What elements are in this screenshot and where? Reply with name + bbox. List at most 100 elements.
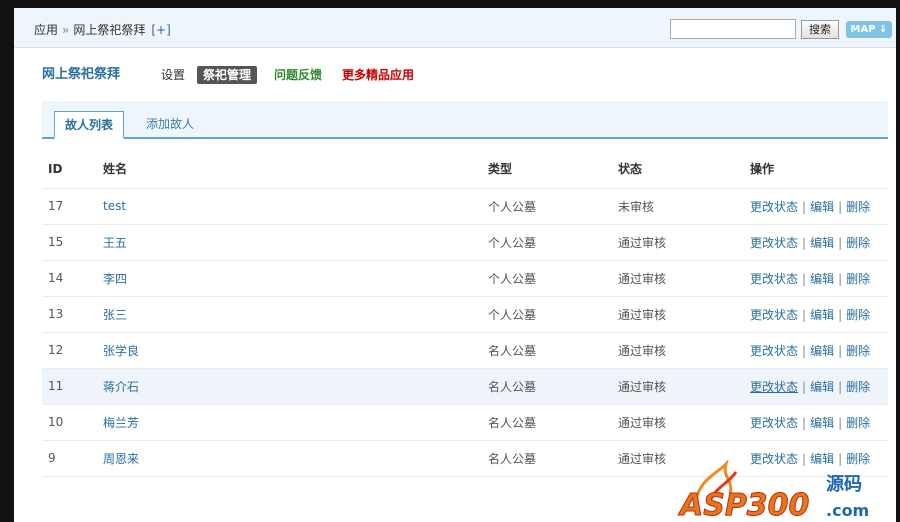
status-badge: 通过审核 [617, 332, 749, 369]
deceased-name-link[interactable]: 王五 [103, 236, 127, 250]
change-status-link[interactable]: 更改状态 [750, 200, 798, 214]
change-status-link[interactable]: 更改状态 [750, 416, 798, 430]
table-row: 13 张三 个人公墓 通过审核 更改状态 | 编辑 | 删除 [42, 296, 888, 333]
edit-link[interactable]: 编辑 [810, 416, 834, 430]
cell-id: 12 [42, 332, 102, 369]
header-id: ID [42, 150, 102, 189]
action-separator: | [838, 343, 843, 358]
action-separator: | [802, 343, 807, 358]
tab-deceased-list[interactable]: 故人列表 [54, 111, 125, 139]
cell-actions: 更改状态 | 编辑 | 删除 [749, 368, 888, 405]
action-separator: | [838, 307, 843, 322]
breadcrumb-add-link[interactable]: [+] [151, 23, 170, 37]
cell-name: 张学良 [102, 332, 487, 369]
edit-link[interactable]: 编辑 [810, 380, 834, 394]
table-row: 17 test 个人公墓 未审核 更改状态 | 编辑 | 删除 [42, 188, 888, 225]
action-separator: | [802, 271, 807, 286]
change-status-link[interactable]: 更改状态 [750, 272, 798, 286]
change-status-link[interactable]: 更改状态 [750, 380, 798, 394]
breadcrumb-current-link[interactable]: 网上祭祀祭拜 [73, 23, 145, 37]
cell-type: 个人公墓 [487, 296, 617, 333]
cell-name: 李四 [102, 260, 487, 297]
nav-more-apps[interactable]: 更多精品应用 [342, 66, 414, 84]
cell-actions: 更改状态 | 编辑 | 删除 [749, 332, 888, 369]
table-row: 11 蒋介石 名人公墓 通过审核 更改状态 | 编辑 | 删除 [42, 368, 888, 405]
status-badge: 通过审核 [617, 224, 749, 261]
delete-link[interactable]: 删除 [846, 452, 870, 466]
cell-id: 15 [42, 224, 102, 261]
breadcrumb-root-link[interactable]: 应用 [34, 23, 58, 37]
cell-id: 17 [42, 188, 102, 225]
edit-link[interactable]: 编辑 [810, 344, 834, 358]
top-bar: 应用 » 网上祭祀祭拜 [+] 搜索 MAP ⇓ [14, 8, 896, 48]
deceased-name-link[interactable]: 张三 [103, 308, 127, 322]
cell-type: 名人公墓 [487, 404, 617, 441]
edit-link[interactable]: 编辑 [810, 308, 834, 322]
cell-type: 名人公墓 [487, 368, 617, 405]
breadcrumb: 应用 » 网上祭祀祭拜 [+] [34, 21, 171, 38]
cell-name: test [102, 188, 487, 225]
cell-type: 名人公墓 [487, 332, 617, 369]
cell-id: 14 [42, 260, 102, 297]
action-separator: | [802, 451, 807, 466]
edit-link[interactable]: 编辑 [810, 272, 834, 286]
svg-text:ASP300: ASP300 [678, 488, 809, 522]
edit-link[interactable]: 编辑 [810, 236, 834, 250]
cell-name: 张三 [102, 296, 487, 333]
delete-link[interactable]: 删除 [846, 200, 870, 214]
cell-type: 个人公墓 [487, 188, 617, 225]
change-status-link[interactable]: 更改状态 [750, 344, 798, 358]
deceased-name-link[interactable]: test [103, 199, 126, 213]
table-row: 9 周恩来 名人公墓 通过审核 更改状态 | 编辑 | 删除 [42, 440, 888, 477]
action-separator: | [838, 199, 843, 214]
nav-feedback[interactable]: 问题反馈 [274, 66, 322, 84]
search-input[interactable] [670, 19, 796, 39]
action-separator: | [802, 415, 807, 430]
change-status-link[interactable]: 更改状态 [750, 236, 798, 250]
map-button[interactable]: MAP ⇓ [846, 21, 892, 38]
action-separator: | [838, 235, 843, 250]
edit-link[interactable]: 编辑 [810, 452, 834, 466]
action-separator: | [802, 379, 807, 394]
cell-id: 10 [42, 404, 102, 441]
cell-name: 蒋介石 [102, 368, 487, 405]
header-name: 姓名 [102, 150, 487, 189]
tab-bar: 故人列表 添加故人 [42, 101, 888, 139]
delete-link[interactable]: 删除 [846, 272, 870, 286]
deceased-name-link[interactable]: 李四 [103, 272, 127, 286]
status-badge: 未审核 [617, 188, 749, 225]
delete-link[interactable]: 删除 [846, 308, 870, 322]
deceased-name-link[interactable]: 周恩来 [103, 452, 139, 466]
table-row: 12 张学良 名人公墓 通过审核 更改状态 | 编辑 | 删除 [42, 332, 888, 369]
nav-manage[interactable]: 祭祀管理 [197, 66, 258, 84]
action-separator: | [802, 307, 807, 322]
table-row: 15 王五 个人公墓 通过审核 更改状态 | 编辑 | 删除 [42, 224, 888, 261]
status-badge: 通过审核 [617, 260, 749, 297]
table-header-row: ID 姓名 类型 状态 操作 [42, 150, 888, 189]
delete-link[interactable]: 删除 [846, 344, 870, 358]
change-status-link[interactable]: 更改状态 [750, 308, 798, 322]
cell-actions: 更改状态 | 编辑 | 删除 [749, 188, 888, 225]
status-badge: 通过审核 [617, 404, 749, 441]
deceased-name-link[interactable]: 梅兰芳 [103, 416, 139, 430]
action-separator: | [838, 379, 843, 394]
header-type: 类型 [487, 150, 617, 189]
status-badge: 通过审核 [617, 368, 749, 405]
app-title[interactable]: 网上祭祀祭拜 [42, 66, 120, 84]
action-separator: | [838, 271, 843, 286]
cell-type: 个人公墓 [487, 260, 617, 297]
delete-link[interactable]: 删除 [846, 236, 870, 250]
deceased-name-link[interactable]: 张学良 [103, 344, 139, 358]
header-actions: 操作 [749, 150, 888, 189]
search-button[interactable]: 搜索 [801, 20, 839, 39]
cell-actions: 更改状态 | 编辑 | 删除 [749, 260, 888, 297]
table-row: 14 李四 个人公墓 通过审核 更改状态 | 编辑 | 删除 [42, 260, 888, 297]
edit-link[interactable]: 编辑 [810, 200, 834, 214]
delete-link[interactable]: 删除 [846, 416, 870, 430]
cell-actions: 更改状态 | 编辑 | 删除 [749, 296, 888, 333]
tab-add-deceased[interactable]: 添加故人 [136, 111, 204, 139]
nav-settings[interactable]: 设置 [161, 66, 185, 84]
change-status-link[interactable]: 更改状态 [750, 452, 798, 466]
deceased-name-link[interactable]: 蒋介石 [103, 380, 139, 394]
delete-link[interactable]: 删除 [846, 380, 870, 394]
